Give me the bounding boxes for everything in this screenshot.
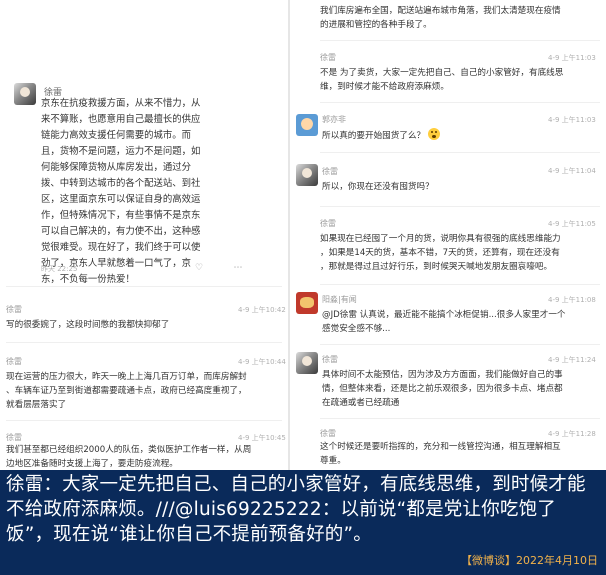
divider <box>6 286 282 287</box>
comment-line: 我们甚至都已经组织2000人的队伍，类似医护工作者一样，从周 <box>6 445 252 455</box>
comment-text: 我们甚至都已经组织2000人的队伍，类似医护工作者一样，从周 边地区准备随时支援… <box>6 443 251 470</box>
comment-time: 4-9 上午11:24 <box>548 356 596 364</box>
comment-line: 所以真的要开始囤货了么？ <box>322 131 426 141</box>
comment-time: 4-9 上午11:28 <box>548 430 596 438</box>
comment-text: 不是 为了卖货，大家一定先把自己、自己的小家管好，有底线思 维，到时候才能不给政… <box>320 66 563 94</box>
comment-time: 4-9 上午11:04 <box>548 167 596 175</box>
comment-line: @JD徐雷 认真说，最近能不能搞个冰柜促销...很多人家里才一个 <box>322 310 566 320</box>
divider <box>320 284 600 285</box>
comment-line: ，如果是14天的货，基本不错，7天的货，还算有，现在还没有 <box>320 248 560 258</box>
post-line: 京东在抗疫救援方面，从来不惜力，从 <box>41 98 201 109</box>
comment-line: 现在运营的压力很大，昨天一晚上上海几百万订单，而库房解封 <box>6 372 247 382</box>
left-screenshot-panel: 徐雷 京东在抗疫救援方面，从来不惜力，从 来不算账，也愿意用自己最擅长的供应 链… <box>0 0 288 470</box>
comment-text: 所以真的要开始囤货了么？ <box>322 128 440 143</box>
comment-line: 所以，你现在还没有囤货吗？ <box>322 182 434 192</box>
comment-time: 4-9 上午11:05 <box>548 220 596 228</box>
post-body: 京东在抗疫救援方面，从来不惜力，从 来不算账，也愿意用自己最擅长的供应 链能力高… <box>41 96 200 288</box>
post-line: 链能力高效支援任何需要的城市。而 <box>41 130 192 141</box>
comment-line: 边地区准备随时支援上海了，要走防疫流程。 <box>6 459 178 469</box>
divider <box>320 152 600 153</box>
comment-text: 写的很委婉了，这段时间憋的我都快抑郁了 <box>6 318 169 332</box>
avatar[interactable] <box>296 352 318 374</box>
comment-line: 感觉安全感不够... <box>322 324 391 334</box>
comment-author[interactable]: 徐雷 <box>322 166 338 177</box>
post-time: 昨天 22:25 <box>41 265 78 273</box>
comment-text: 具体时间不太能预估，因为涉及方方面面，我们能做好自己的事 情，但整体来看，还是比… <box>322 368 563 410</box>
comment-author[interactable]: 徐雷 <box>320 52 336 63</box>
comment-author[interactable]: 徐雷 <box>6 356 22 367</box>
comment-text: 如果现在已经囤了一个月的货，说明你具有很强的底线思维能力 ，如果是14天的货，基… <box>320 232 561 274</box>
comment-time: 4-9 上午11:03 <box>548 54 596 62</box>
comment-line: 具体时间不太能预估，因为涉及方方面面，我们能做好自己的事 <box>322 370 563 380</box>
comment-line: 如果现在已经囤了一个月的货，说明你具有很强的底线思维能力 <box>320 234 561 244</box>
divider <box>6 420 282 421</box>
avatar[interactable] <box>296 292 318 314</box>
comment-text: 我们库房遍布全国，配送站遍布城市角落，我们太清楚现在疫情 的进展和管控的各种手段… <box>320 4 561 32</box>
comment-text: @JD徐雷 认真说，最近能不能搞个冰柜促销...很多人家里才一个 感觉安全感不够… <box>322 308 566 336</box>
comment-author[interactable]: 徐雷 <box>6 432 22 443</box>
post-line: 且，货物不是问题，运力不是问题，如 <box>41 146 201 157</box>
post-line: 觉很难受。现在好了，我们终于可以使 <box>41 242 201 253</box>
post-line: 拨、中转到达城市的各个配送站、到社 <box>41 178 201 189</box>
comment-author[interactable]: 郭亦非 <box>322 114 346 125</box>
comment-author[interactable]: 阳淼|有闻 <box>322 294 357 305</box>
caption-text: 徐雷：大家一定先把自己、自己的小家管好，有底线思维，到时候才能不给政府添麻烦。/… <box>6 474 586 545</box>
comment-text: 现在运营的压力很大，昨天一晚上上海几百万订单，而库房解封 、车辆车证乃至到街道都… <box>6 370 247 412</box>
avatar[interactable] <box>296 114 318 136</box>
comment-line: 维，到时候才能不给政府添麻烦。 <box>320 82 449 92</box>
caption-source: 【微博谈】2022年4月10日 <box>461 554 598 567</box>
comment-line: 这个时候还是要听指挥的，充分和一线管控沟通，相互理解相互 <box>320 442 561 452</box>
comment-time: 4-9 上午10:42 <box>238 306 286 314</box>
comment-author[interactable]: 徐雷 <box>320 218 336 229</box>
post-line: 作，但特殊情况下，有些事情不是京东 <box>41 210 201 221</box>
comment-time: 4-9 上午11:08 <box>548 296 596 304</box>
caption-banner: 徐雷：大家一定先把自己、自己的小家管好，有底线思维，到时候才能不给政府添麻烦。/… <box>0 470 606 575</box>
comment-line: 尊重。 <box>320 456 346 466</box>
divider <box>320 418 600 419</box>
divider <box>320 206 600 207</box>
right-screenshot-panel: 我们库房遍布全国，配送站遍布城市角落，我们太清楚现在疫情 的进展和管控的各种手段… <box>290 0 606 470</box>
post-line: 可以自己解决的，有力使不出，这种感 <box>41 226 201 237</box>
comment-line: 、车辆车证乃至到街道都需要疏通卡点，政府已经高度重视了， <box>6 386 247 396</box>
comment-author[interactable]: 徐雷 <box>322 354 338 365</box>
comment-line: 就看层层落实了 <box>6 400 67 410</box>
comment-line: 在疏通或者已经疏通 <box>322 398 400 408</box>
comment-author[interactable]: 徐雷 <box>6 304 22 315</box>
comment-time: 4-9 上午10:44 <box>238 358 286 366</box>
divider <box>320 344 600 345</box>
more-icon[interactable]: ⋯ <box>232 262 244 274</box>
comment-line: 不是 为了卖货，大家一定先把自己、自己的小家管好，有底线思 <box>320 68 564 78</box>
comment-line: ，那就是得过且过好行乐，到时候哭天喊地发朋友圈哀嚎吧。 <box>320 262 553 272</box>
comment-line: 情，但整体来看，还是比之前乐观很多，因为很多卡点、堵点都 <box>322 384 563 394</box>
avatar[interactable] <box>14 83 36 105</box>
like-icon[interactable]: ♡ <box>193 262 205 274</box>
post-line: 来不算账，也愿意用自己最擅长的供应 <box>41 114 201 125</box>
divider <box>6 342 282 343</box>
avatar[interactable] <box>296 164 318 186</box>
shocked-emoji-icon <box>427 128 440 140</box>
comment-author[interactable]: 徐雷 <box>320 428 336 439</box>
comment-text: 这个时候还是要听指挥的，充分和一线管控沟通，相互理解相互 尊重。 <box>320 440 561 468</box>
comment-line: 的进展和管控的各种手段了。 <box>320 20 432 30</box>
post-line: 何能够保障货物从库房发出，通过分 <box>41 162 192 173</box>
comment-time: 4-9 上午10:45 <box>238 434 286 442</box>
comment-time: 4-9 上午11:03 <box>548 116 596 124</box>
comment-line: 我们库房遍布全国，配送站遍布城市角落，我们太清楚现在疫情 <box>320 6 561 16</box>
divider <box>320 40 600 41</box>
comment-text: 所以，你现在还没有囤货吗？ <box>322 180 434 194</box>
comment-line: 写的很委婉了，这段时间憋的我都快抑郁了 <box>6 320 170 330</box>
divider <box>320 102 600 103</box>
post-line: 区，这里面京东可以保证自身的高效运 <box>41 194 201 205</box>
